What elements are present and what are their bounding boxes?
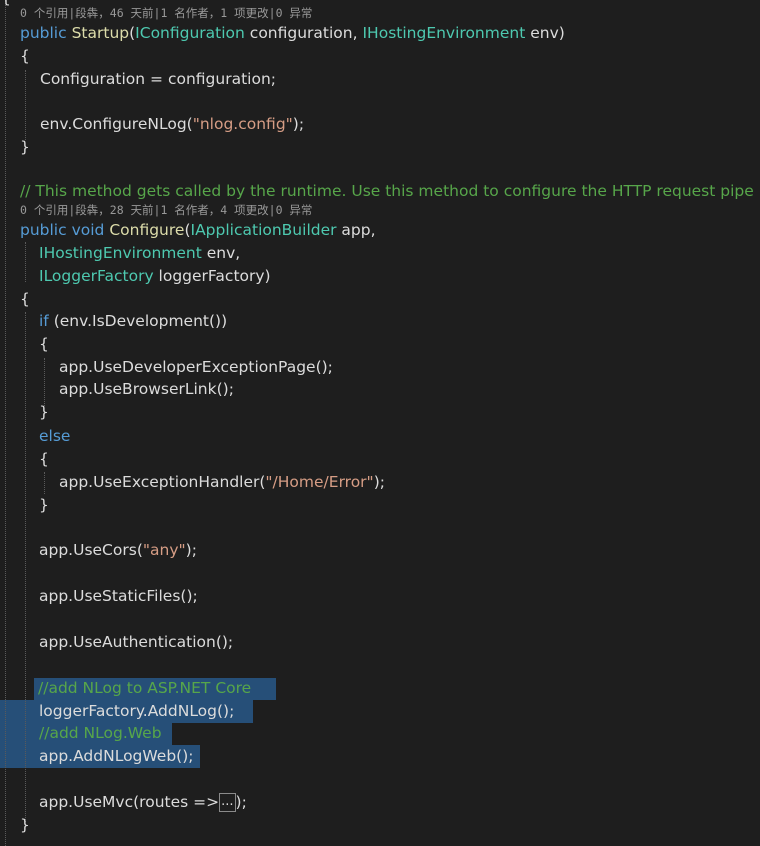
code-line: } [20,814,30,836]
comment: // This method gets called by the runtim… [20,182,754,200]
code-line-comment: // This method gets called by the runtim… [20,180,754,202]
indent-guide [25,70,26,140]
statement: app.UseExceptionHandler( [59,473,266,491]
statement: app.UseBrowserLink(); [59,380,234,398]
keyword: public void [20,221,105,239]
brace: { [1,0,11,7]
brace: { [20,290,30,308]
code-line: loggerFactory.AddNLog(); [39,700,234,722]
keyword: public [20,24,67,42]
keyword: else [39,427,71,445]
statement: app.UseAuthentication(); [39,633,234,651]
brace: { [39,450,49,468]
type-name: IConfiguration [135,24,245,42]
code-line: app.UseExceptionHandler("/Home/Error"); [59,471,385,493]
code-line: { [39,448,49,470]
keyword: if [39,312,49,330]
string-literal: "/Home/Error" [265,473,374,491]
code-line: env.ConfigureNLog("nlog.config"); [40,113,304,135]
code-line: } [39,401,49,423]
code-line: app.UseMvc(routes =>...); [39,791,247,813]
statement: loggerFactory.AddNLog(); [39,702,235,720]
indent-guide [25,312,26,822]
code-line: } [20,136,30,158]
type-name: ILoggerFactory [39,267,154,285]
method-name: Configure [109,221,185,239]
param: loggerFactory) [153,267,271,285]
code-line: { [1,0,11,9]
code-line: { [39,333,49,355]
code-line: if (env.IsDevelopment()) [39,310,227,332]
brace: { [39,335,49,353]
code-line: IHostingEnvironment env, [39,242,240,264]
code-lens-startup[interactable]: 0 个引用|段犇，46 天前|1 名作者，1 项更改|0 异常 [20,5,312,21]
brace: } [39,403,49,421]
code-line: app.UseStaticFiles(); [39,585,198,607]
string-literal: "nlog.config" [192,115,293,133]
code-line-comment: //add NLog.Web [39,722,162,744]
statement: env.ConfigureNLog( [40,115,193,133]
brace: } [39,496,49,514]
statement: Configuration = configuration; [40,70,276,88]
code-line: { [20,45,30,67]
string-literal: "any" [142,541,186,559]
indent-guide [44,472,45,494]
code-line: app.UseDeveloperExceptionPage(); [59,356,333,378]
code-lens-configure[interactable]: 0 个引用|段犇，28 天前|1 名作者，4 项更改|0 异常 [20,202,312,218]
statement: ); [373,473,385,491]
code-line: app.AddNLogWeb(); [39,745,194,767]
code-line-configure-signature: public void Configure(IApplicationBuilde… [20,221,376,239]
type-name: IHostingEnvironment [362,24,526,42]
method-name: Startup [71,24,130,42]
param: env) [525,24,565,42]
statement: app.UseMvc(routes => [39,793,220,811]
code-line: Configuration = configuration; [40,68,276,90]
brace: } [20,816,30,834]
condition: (env.IsDevelopment()) [48,312,228,330]
statement: app.UseCors( [39,541,143,559]
code-line: app.UseCors("any"); [39,539,197,561]
param: app, [336,221,376,239]
code-editor[interactable]: { 0 个引用|段犇，46 天前|1 名作者，1 项更改|0 异常 public… [0,0,760,846]
brace: } [20,138,30,156]
code-line: ILoggerFactory loggerFactory) [39,265,271,287]
code-line: else [39,425,70,447]
code-line-ctor-signature: public Startup(IConfiguration configurat… [20,24,565,42]
code-line: app.UseAuthentication(); [39,631,233,653]
indent-guide [25,242,26,282]
statement: ); [235,793,247,811]
collapsed-region[interactable]: ... [219,793,236,812]
type-name: IApplicationBuilder [190,221,337,239]
comment: //add NLog to ASP.NET Core [38,679,252,697]
code-line: } [39,494,49,516]
statement: ); [185,541,197,559]
indent-guide [44,358,45,406]
statement: ); [292,115,305,133]
statement: app.UseDeveloperExceptionPage(); [59,358,333,376]
type-name: IHostingEnvironment [39,244,202,262]
code-line-comment: //add NLog to ASP.NET Core [38,677,251,699]
comment: //add NLog.Web [39,724,162,742]
indent-guide [5,0,6,846]
code-line: { [20,288,30,310]
statement: app.UseStaticFiles(); [39,587,198,605]
param: env, [201,244,241,262]
brace: { [20,47,30,65]
statement: app.AddNLogWeb(); [39,747,194,765]
code-line: app.UseBrowserLink(); [59,378,234,400]
param: configuration, [244,24,363,42]
